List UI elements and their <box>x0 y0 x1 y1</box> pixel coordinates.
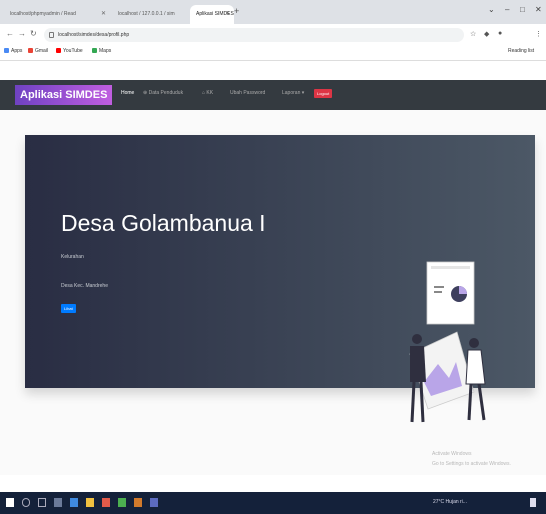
close-icon[interactable]: ✕ <box>101 5 106 24</box>
minimize-icon[interactable]: – <box>505 5 509 14</box>
maximize-icon[interactable]: □ <box>520 5 525 14</box>
bookmark-maps[interactable]: Maps <box>92 48 111 54</box>
task-view-icon[interactable] <box>38 498 46 507</box>
nav-laporan-label: Laporan <box>282 90 301 96</box>
browser-tab-1[interactable]: localhost/phpmyadmin / Read ✕ <box>4 5 110 24</box>
app-navbar: Aplikasi SIMDES Home ⊕ Data Penduduk ⌂ K… <box>0 80 546 110</box>
bookmark-label: Maps <box>99 48 112 54</box>
address-bar-row: ← → ↻ localhost/simdes/desa/profil.php ☆… <box>0 24 546 46</box>
browser-tab-2-label: localhost / 127.0.0.1 / sim <box>118 11 175 17</box>
village-title: Desa Golambanua I <box>61 210 266 236</box>
youtube-icon <box>56 48 61 53</box>
bookmark-youtube[interactable]: YouTube <box>56 48 83 54</box>
bookmark-gmail[interactable]: Gmail <box>28 48 48 54</box>
close-icon[interactable]: ✕ <box>225 5 230 24</box>
windows-start-icon[interactable] <box>6 498 14 507</box>
notification-icon[interactable] <box>530 498 536 507</box>
system-tray-weather[interactable]: 27°C Hujan ri... <box>433 499 467 505</box>
browser-tab-1-label: localhost/phpmyadmin / Read <box>10 11 76 17</box>
activate-windows-text: Go to Settings to activate Windows. <box>432 461 511 467</box>
url-text: localhost/simdes/desa/profil.php <box>58 32 130 38</box>
reload-icon[interactable]: ↻ <box>30 29 37 38</box>
activate-windows-title: Activate Windows <box>432 451 472 457</box>
nav-laporan[interactable]: Laporan ▾ <box>282 90 304 96</box>
nav-data-penduduk-label: Data Penduduk <box>148 90 184 96</box>
bookmark-label: Apps <box>11 48 23 54</box>
forward-icon[interactable]: → <box>18 29 26 38</box>
store-icon[interactable] <box>102 498 110 507</box>
browser-tab-3-active[interactable]: Aplikasi SIMDES ✕ <box>190 5 234 24</box>
maps-icon <box>92 48 97 53</box>
chrome-icon[interactable] <box>118 498 126 507</box>
new-tab-icon[interactable]: + <box>234 6 239 16</box>
url-input[interactable]: localhost/simdes/desa/profil.php <box>44 28 464 42</box>
xampp-icon[interactable] <box>134 498 142 507</box>
file-explorer-icon[interactable] <box>86 498 94 507</box>
tab-search-icon[interactable]: ⌄ <box>488 5 495 14</box>
windows-taskbar: 27°C Hujan ri... <box>0 492 546 514</box>
lock-icon <box>49 32 54 38</box>
edge-icon[interactable] <box>70 498 78 507</box>
back-icon[interactable]: ← <box>6 29 14 38</box>
reading-list-label: Reading list <box>508 48 535 54</box>
browser-tab-bar: localhost/phpmyadmin / Read ✕ localhost … <box>0 0 546 24</box>
nav-kk-label: KK <box>206 90 214 96</box>
profile-icon[interactable]: ● <box>498 30 502 37</box>
widgets-icon[interactable] <box>54 498 62 507</box>
logout-button[interactable]: Logout <box>314 89 333 98</box>
vscode-icon[interactable] <box>150 498 158 507</box>
extensions-icon[interactable]: ◆ <box>484 30 489 38</box>
bookmark-label: YouTube <box>63 48 83 54</box>
hero-button[interactable]: Lihat <box>61 304 76 313</box>
gmail-icon <box>28 48 33 53</box>
search-icon[interactable] <box>22 498 30 507</box>
nav-ubah-password[interactable]: Ubah Password <box>230 90 265 96</box>
menu-icon[interactable]: ⋮ <box>535 30 542 38</box>
app-brand[interactable]: Aplikasi SIMDES <box>15 85 113 105</box>
window-close-icon[interactable]: ✕ <box>535 5 542 14</box>
bookmark-label: Gmail <box>35 48 49 54</box>
apps-icon <box>4 48 9 53</box>
reading-list[interactable]: Reading list <box>508 48 534 54</box>
bookmarks-bar: Apps Gmail YouTube Maps Reading list <box>0 46 546 61</box>
star-icon[interactable]: ☆ <box>470 30 476 38</box>
hero-subtext: Desa Kec. Mandrehe <box>61 283 108 289</box>
nav-kk[interactable]: ⌂ KK <box>202 90 213 96</box>
nav-home[interactable]: Home <box>121 90 134 96</box>
hero-lead-text: Kelurahan <box>61 254 84 260</box>
nav-data-penduduk[interactable]: ⊕ Data Penduduk <box>143 90 183 96</box>
bookmark-apps[interactable]: Apps <box>4 48 22 54</box>
hero-jumbotron <box>25 135 535 388</box>
